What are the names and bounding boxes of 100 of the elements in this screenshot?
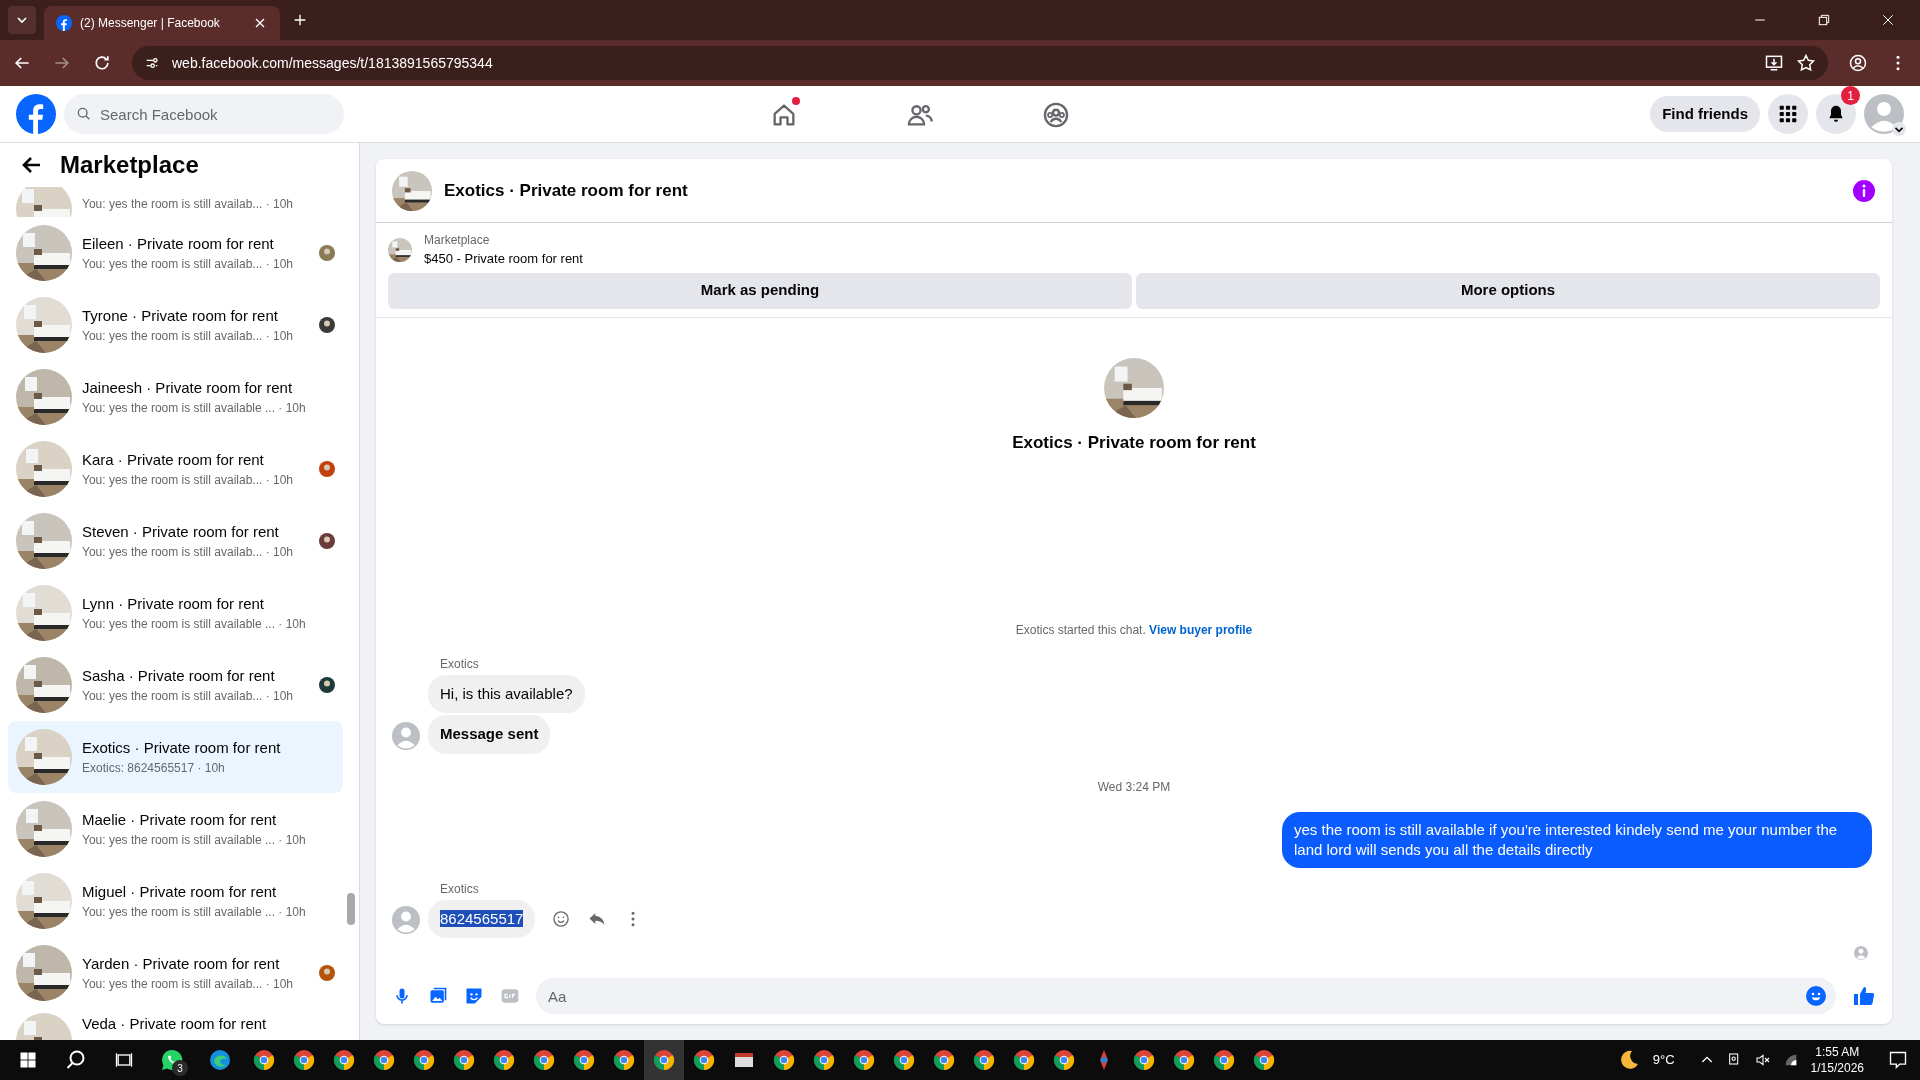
chrome-icon[interactable] bbox=[332, 1048, 356, 1072]
emoji-icon[interactable] bbox=[1804, 984, 1828, 1008]
message-preview: You: yes the room is still available ... · 10h bbox=[82, 904, 307, 922]
chrome-icon[interactable] bbox=[492, 1048, 516, 1072]
chrome-icon[interactable] bbox=[452, 1048, 476, 1072]
close-icon[interactable] bbox=[1880, 12, 1896, 28]
whatsapp-taskbar-button[interactable]: 3 bbox=[148, 1040, 196, 1080]
taskbar-button[interactable] bbox=[644, 1040, 684, 1080]
tab-list-icon[interactable] bbox=[8, 6, 36, 34]
chrome-icon[interactable] bbox=[572, 1048, 596, 1072]
sent-message: yes the room is still available if you're interested kindely send me your number the land lord will sends you all the details directly bbox=[1282, 811, 1872, 868]
conversation-item[interactable]: Jaineesh · Private room for rent You: yes the room is still available ... · 10h bbox=[8, 361, 343, 433]
conversation-item[interactable]: Miguel · Private room for rent You: yes the room is still available ... · 10h bbox=[8, 865, 343, 937]
search-field[interactable]: Search Facebook bbox=[64, 94, 344, 134]
notifications-icon[interactable] bbox=[1888, 1050, 1908, 1070]
grid-icon bbox=[1778, 104, 1798, 124]
conversation-item[interactable]: Steven · Private room for rent You: yes the room is still availab... · 10h bbox=[8, 505, 343, 577]
message-input[interactable]: Aa bbox=[536, 978, 1836, 1014]
temperature: 9°C bbox=[1652, 1051, 1675, 1070]
chrome-icon[interactable] bbox=[412, 1048, 436, 1072]
chrome-icon[interactable] bbox=[532, 1048, 556, 1072]
info-icon[interactable] bbox=[1852, 178, 1876, 203]
search-icon bbox=[76, 106, 92, 122]
conversation-item[interactable]: Kara · Private room for rent You: yes the room is still availab... · 10h bbox=[8, 433, 343, 505]
clock-time[interactable]: 1:55 AM bbox=[1815, 1044, 1860, 1060]
new-tab-icon[interactable] bbox=[292, 12, 308, 28]
message-preview: You: yes the room is still availab... · 10h bbox=[82, 976, 294, 994]
site-settings-icon[interactable] bbox=[144, 55, 160, 71]
install-icon[interactable] bbox=[1764, 53, 1784, 73]
chrome-icon[interactable] bbox=[852, 1048, 876, 1072]
browser-tab[interactable]: (2) Messenger | Facebook bbox=[44, 6, 280, 40]
message-preview: You: yes the room is still available ... · 10h bbox=[82, 832, 307, 850]
photo-icon[interactable] bbox=[428, 986, 448, 1006]
avatar-icon bbox=[1864, 94, 1904, 134]
conversation-item[interactable]: Sasha · Private room for rent You: yes the room is still availab... · 10h bbox=[8, 649, 343, 721]
chrome-icon[interactable] bbox=[292, 1048, 316, 1072]
address-bar[interactable]: web.facebook.com/messages/t/1813891565795344 bbox=[132, 46, 1828, 80]
menu-button[interactable] bbox=[1768, 94, 1808, 134]
conversation-item[interactable]: Tyrone · Private room for rent You: yes the room is still availab... · 10h bbox=[8, 289, 343, 361]
conversation-title: Jaineesh · Private room for rent bbox=[82, 377, 294, 398]
conversation-title: Exotics · Private room for rent bbox=[82, 737, 282, 758]
chrome-icon[interactable] bbox=[1132, 1048, 1156, 1072]
chrome-icon[interactable] bbox=[1052, 1048, 1076, 1072]
chevron-icon bbox=[1892, 122, 1906, 136]
conversation-title: Miguel · Private room for rent bbox=[82, 881, 278, 902]
star-icon[interactable] bbox=[1796, 53, 1816, 73]
chrome-icon[interactable] bbox=[1212, 1048, 1236, 1072]
selected-text: 8624565517 bbox=[440, 909, 524, 927]
chat-notice: Exotics started this chat. View buyer profile bbox=[1015, 621, 1253, 639]
sticker-icon[interactable] bbox=[464, 986, 484, 1006]
chrome-icon[interactable] bbox=[812, 1048, 836, 1072]
like-icon[interactable] bbox=[1852, 984, 1876, 1008]
chrome-icon[interactable] bbox=[652, 1048, 676, 1072]
listing-title[interactable]: $450 - Private room for rent bbox=[424, 249, 583, 269]
chrome-icon[interactable] bbox=[1172, 1048, 1196, 1072]
conversation-title: Tyrone · Private room for rent bbox=[82, 305, 279, 326]
chrome-icon[interactable] bbox=[612, 1048, 636, 1072]
view-buyer-profile-link[interactable]: View buyer profile bbox=[1149, 622, 1253, 637]
muted-speaker-icon[interactable] bbox=[1754, 1052, 1771, 1068]
tab-title: (2) Messenger | Facebook bbox=[80, 15, 221, 32]
url-text: web.facebook.com/messages/t/1813891565795344 bbox=[172, 53, 494, 73]
conversation-item[interactable]: Eileen · Private room for rent You: yes the room is still availab... · 10h bbox=[8, 217, 343, 289]
chrome-icon[interactable] bbox=[1252, 1048, 1276, 1072]
conversation-title: Veda · Private room for rent bbox=[82, 1014, 268, 1034]
restore-icon[interactable] bbox=[1816, 12, 1832, 28]
reload-icon[interactable] bbox=[92, 53, 112, 73]
chrome-icon[interactable] bbox=[692, 1048, 716, 1072]
conversation-item[interactable]: Yarden · Private room for rent You: yes the room is still availab... · 10h bbox=[8, 937, 343, 1009]
sidebar-title: Marketplace bbox=[60, 150, 199, 180]
conversation-item[interactable]: Lynn · Private room for rent You: yes the room is still available ... · 10h bbox=[8, 577, 343, 649]
clock-date[interactable]: 1/15/2026 bbox=[1810, 1060, 1864, 1076]
chrome-icon[interactable] bbox=[892, 1048, 916, 1072]
chrome-icon[interactable] bbox=[972, 1048, 996, 1072]
chrome-icon[interactable] bbox=[772, 1048, 796, 1072]
conversation-title: Maelie · Private room for rent bbox=[82, 809, 278, 830]
chrome-icon[interactable] bbox=[932, 1048, 956, 1072]
find-friends-button[interactable]: Find friends bbox=[1650, 96, 1760, 132]
conversation-title: Sasha · Private room for rent bbox=[82, 665, 276, 686]
message-preview: You: yes the room is still available ... · 10h bbox=[82, 400, 307, 418]
facebook-icon bbox=[56, 15, 72, 31]
conversation-item[interactable]: Exotics · Private room for rent Exotics: 8624565517 · 10h bbox=[8, 721, 343, 793]
badge: 3 bbox=[172, 1060, 188, 1076]
message-preview: Exotics: 8624565517 · 10h bbox=[82, 760, 226, 778]
profile-icon[interactable] bbox=[1848, 53, 1868, 73]
facebook-logo[interactable] bbox=[16, 94, 56, 134]
emoji-icon[interactable] bbox=[551, 908, 572, 929]
message-preview: You: yes the room is still availab... · 10h bbox=[82, 328, 294, 346]
listing-action-button[interactable]: Mark as pending bbox=[388, 272, 1132, 309]
conversation-title: Kara · Private room for rent bbox=[82, 449, 265, 470]
scrollbar-thumb[interactable] bbox=[347, 893, 355, 925]
listing-action-button[interactable]: More options bbox=[1136, 272, 1880, 309]
conversation-title: Eileen · Private room for rent bbox=[82, 233, 275, 254]
chrome-icon[interactable] bbox=[372, 1048, 396, 1072]
chrome-icon[interactable] bbox=[1012, 1048, 1036, 1072]
conversation-item[interactable]: Maelie · Private room for rent You: yes the room is still available ... · 10h bbox=[8, 793, 343, 865]
conversation-title: Lynn · Private room for rent bbox=[82, 593, 265, 614]
message-preview: You: yes the room is still availab... · 10h bbox=[82, 256, 294, 274]
message-preview: You: yes the room is still availab... · 10h bbox=[82, 688, 294, 706]
sender-name: Exotics bbox=[440, 880, 480, 898]
chrome-icon[interactable] bbox=[252, 1048, 276, 1072]
